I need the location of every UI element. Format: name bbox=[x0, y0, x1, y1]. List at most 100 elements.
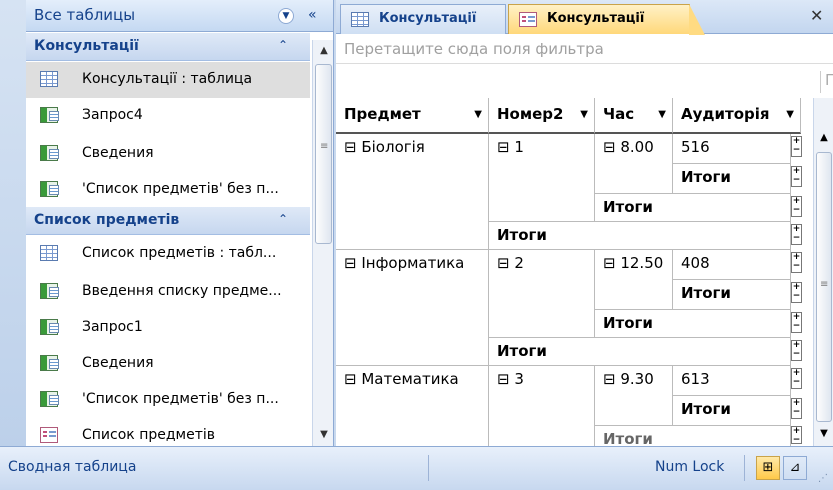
nav-item-svedeniya[interactable]: Сведения bbox=[26, 136, 310, 172]
view-name: Сводная таблица bbox=[8, 459, 137, 475]
document-area: Консультації Консультації ✕ Перетащите с… bbox=[336, 0, 833, 446]
pivot-filter-area[interactable]: Перетащите сюда поля фильтра bbox=[336, 34, 833, 64]
collapse-group-icon[interactable]: ⌃ bbox=[278, 38, 288, 52]
scroll-thumb[interactable] bbox=[315, 64, 332, 244]
totals-cell[interactable]: Итоги bbox=[595, 426, 791, 446]
scroll-thumb[interactable] bbox=[816, 152, 832, 422]
nav-item-spisok-table[interactable]: Список предметів : табл... bbox=[26, 236, 310, 272]
nav-item-svedeniya-2[interactable]: Сведения bbox=[26, 346, 310, 382]
header-auditoriya[interactable]: Аудиторія ▼ bbox=[673, 98, 801, 134]
expand-collapse-icon[interactable]: + − bbox=[791, 312, 802, 333]
expand-collapse-icon[interactable]: + − bbox=[791, 252, 802, 273]
tab-label: Консультації bbox=[379, 11, 477, 26]
chevron-down-icon[interactable]: ▼ bbox=[278, 8, 294, 24]
expand-collapse-icon[interactable]: + − bbox=[791, 166, 802, 187]
nav-group-spisok-predmetiv[interactable]: Список предметів ⌃ bbox=[26, 207, 310, 235]
expand-collapse-icon[interactable]: + − bbox=[791, 340, 802, 361]
chevron-down-icon[interactable]: ▼ bbox=[786, 109, 794, 120]
chevron-down-icon[interactable]: ▼ bbox=[474, 109, 482, 120]
totals-cell[interactable]: Итоги bbox=[673, 164, 791, 194]
nav-scrollbar[interactable]: ▲ ▼ bbox=[312, 40, 333, 446]
window-left-edge bbox=[0, 0, 26, 452]
nav-item-spisok-bez-2[interactable]: 'Список предметів' без п... bbox=[26, 382, 310, 418]
room-cell[interactable]: 613 bbox=[673, 366, 791, 396]
nav-item-spisok-form[interactable]: Список предметів bbox=[26, 418, 310, 446]
pivot-view-button[interactable]: ⊞ bbox=[756, 456, 780, 480]
status-divider bbox=[428, 455, 429, 481]
chevron-down-icon[interactable]: ▼ bbox=[658, 109, 666, 120]
nav-item-zapros4[interactable]: Запрос4 bbox=[26, 98, 310, 134]
subject-value: Математика bbox=[361, 370, 459, 388]
header-label: Час bbox=[603, 105, 635, 123]
nav-item-label: Список предметів bbox=[82, 427, 215, 443]
time-value: 9.30 bbox=[620, 370, 654, 388]
totals-cell[interactable]: Итоги bbox=[595, 194, 791, 222]
table-icon bbox=[351, 12, 369, 27]
scroll-down-icon[interactable]: ▼ bbox=[814, 428, 833, 446]
nav-group-label: Консультації bbox=[34, 38, 139, 54]
number-value: 2 bbox=[514, 254, 524, 272]
nav-item-vvedennya[interactable]: Введення списку предме... bbox=[26, 274, 310, 310]
nav-pane-header[interactable]: Все таблицы ▼ « bbox=[26, 0, 333, 32]
totals-cell[interactable]: Итоги bbox=[595, 310, 791, 338]
query-icon bbox=[40, 391, 59, 407]
totals-cell[interactable]: Итоги bbox=[489, 338, 791, 366]
scroll-down-icon[interactable]: ▼ bbox=[313, 424, 333, 446]
subject-cell[interactable]: ⊟ Біологія bbox=[336, 134, 489, 250]
expand-collapse-icon[interactable]: + − bbox=[791, 136, 802, 157]
totals-cell[interactable]: Итоги bbox=[673, 280, 791, 310]
nav-item-zapros1[interactable]: Запрос1 bbox=[26, 310, 310, 346]
room-cell[interactable]: 408 bbox=[673, 250, 791, 280]
nav-group-label: Список предметів bbox=[34, 212, 180, 228]
table-icon bbox=[40, 71, 58, 87]
tab-konsultatsii-table[interactable]: Консультації bbox=[340, 4, 506, 34]
subject-cell[interactable]: ⊟ Математика bbox=[336, 366, 489, 446]
chart-view-button[interactable]: ⊿ bbox=[783, 456, 807, 480]
status-divider bbox=[744, 455, 745, 481]
tab-konsultatsii-pivot[interactable]: Консультації bbox=[508, 4, 705, 35]
pivot-column-area[interactable]: П bbox=[336, 64, 833, 98]
number-cell[interactable]: ⊟ 1 bbox=[489, 134, 595, 222]
nav-group-konsultatsii[interactable]: Консультації ⌃ bbox=[26, 33, 310, 61]
header-chas[interactable]: Час ▼ bbox=[595, 98, 673, 134]
expand-collapse-icon[interactable]: + − bbox=[791, 398, 802, 419]
number-cell[interactable]: ⊟ 3 bbox=[489, 366, 595, 446]
room-cell[interactable]: 516 bbox=[673, 134, 791, 164]
totals-cell[interactable]: Итоги bbox=[673, 396, 791, 426]
scroll-up-icon[interactable]: ▲ bbox=[313, 40, 333, 62]
time-cell[interactable]: ⊟ 9.30 bbox=[595, 366, 673, 426]
expand-collapse-icon[interactable]: + − bbox=[791, 224, 802, 245]
nav-item-label: Консультації : таблица bbox=[82, 71, 253, 87]
nav-item-label: Сведения bbox=[82, 355, 154, 371]
time-value: 8.00 bbox=[620, 138, 654, 156]
close-icon[interactable]: ✕ bbox=[810, 6, 823, 25]
expand-collapse-icon[interactable]: + − bbox=[791, 426, 802, 445]
pivot-grid: Предмет ▼ Номер2 ▼ Час ▼ Аудиторія ▼ ⊟ Б… bbox=[336, 98, 802, 446]
collapse-group-icon[interactable]: ⌃ bbox=[278, 212, 288, 226]
nav-item-label: Запрос1 bbox=[82, 319, 143, 335]
nav-item-konsultatsii-table[interactable]: Консультації : таблица bbox=[26, 62, 310, 98]
pivot-scrollbar[interactable]: ▲ ▼ bbox=[813, 98, 833, 446]
expand-collapse-icon[interactable]: + − bbox=[791, 368, 802, 389]
scroll-up-icon[interactable]: ▲ bbox=[814, 132, 833, 150]
subject-cell[interactable]: ⊟ Інформатика bbox=[336, 250, 489, 366]
time-cell[interactable]: ⊟ 12.50 bbox=[595, 250, 673, 310]
header-label: Предмет bbox=[344, 105, 421, 123]
collapse-pane-icon[interactable]: « bbox=[308, 7, 317, 23]
query-icon bbox=[40, 355, 59, 371]
nav-item-label: Введення списку предме... bbox=[82, 283, 282, 299]
nav-item-label: 'Список предметів' без п... bbox=[82, 181, 279, 197]
access-window: Все таблицы ▼ « Консультації ⌃ Консульта… bbox=[0, 0, 833, 490]
expand-collapse-icon[interactable]: + − bbox=[791, 196, 802, 217]
header-nomer2[interactable]: Номер2 ▼ bbox=[489, 98, 595, 134]
totals-cell[interactable]: Итоги bbox=[489, 222, 791, 250]
number-cell[interactable]: ⊟ 2 bbox=[489, 250, 595, 338]
header-predmet[interactable]: Предмет ▼ bbox=[336, 98, 489, 134]
query-icon bbox=[40, 181, 59, 197]
time-cell[interactable]: ⊟ 8.00 bbox=[595, 134, 673, 194]
nav-item-spisok-bez[interactable]: 'Список предметів' без п... bbox=[26, 172, 310, 208]
chevron-down-icon[interactable]: ▼ bbox=[580, 109, 588, 120]
expand-collapse-icon[interactable]: + − bbox=[791, 282, 802, 303]
resize-grip-icon[interactable]: ⋰ bbox=[818, 473, 828, 484]
query-icon bbox=[40, 107, 59, 123]
